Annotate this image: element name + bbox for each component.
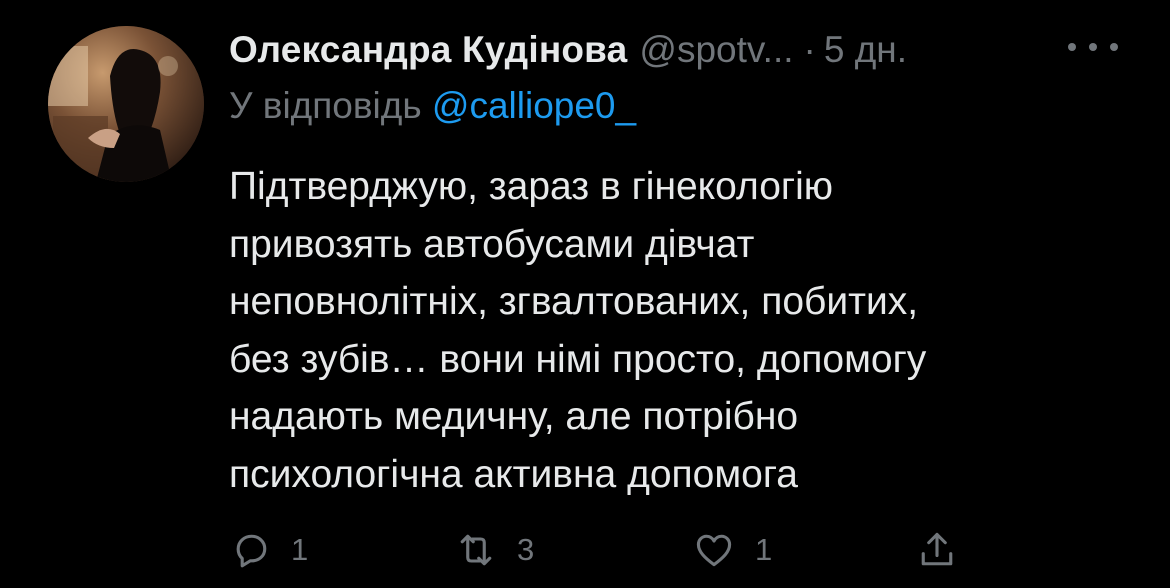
tweet-text-line: психологічна активна допомога xyxy=(229,452,798,496)
heart-icon xyxy=(696,534,732,567)
tweet-text-line: без зубів… вони німі просто, допомогу xyxy=(229,337,927,381)
tweet-text-line: надають медичну, але потрібно xyxy=(229,395,799,438)
reply-icon xyxy=(236,534,267,568)
retweet-icon xyxy=(460,534,492,566)
reply-button[interactable]: 1 xyxy=(229,522,308,578)
tweet-text-line: неповнолітніх, згвалтованих, побитих, xyxy=(229,280,919,323)
tweet-text-line: привозять автобусами дівчат xyxy=(229,222,755,266)
reply-prefix: У відповідь xyxy=(229,85,422,126)
reply-context: У відповідь @calliope0_ xyxy=(229,85,636,127)
timestamp[interactable]: 5 дн. xyxy=(824,29,907,71)
tweet[interactable]: Олександра Кудінова @spotv... · 5 дн. У … xyxy=(0,0,1170,588)
avatar[interactable] xyxy=(48,26,204,182)
reply-count: 1 xyxy=(291,532,309,567)
share-icon xyxy=(921,532,953,566)
more-options-icon[interactable] xyxy=(1068,30,1118,64)
share-button[interactable] xyxy=(915,522,959,578)
avatar-image xyxy=(48,26,204,182)
reply-mention-link[interactable]: @calliope0_ xyxy=(432,85,636,126)
like-count: 1 xyxy=(755,532,773,567)
author-name[interactable]: Олександра Кудінова xyxy=(229,29,627,71)
tweet-text: Підтверджую, зараз в гінекологію привозя… xyxy=(229,158,1129,503)
author-handle[interactable]: @spotv... xyxy=(639,29,793,71)
separator-dot: · xyxy=(803,29,816,70)
retweet-count: 3 xyxy=(517,532,535,567)
tweet-header: Олександра Кудінова @spotv... · 5 дн. xyxy=(229,28,907,72)
tweet-text-line: Підтверджую, зараз в гінекологію xyxy=(229,165,834,208)
tweet-actions: 1 3 1 xyxy=(229,522,979,578)
retweet-button[interactable]: 3 xyxy=(453,522,534,578)
like-button[interactable]: 1 xyxy=(691,522,772,578)
